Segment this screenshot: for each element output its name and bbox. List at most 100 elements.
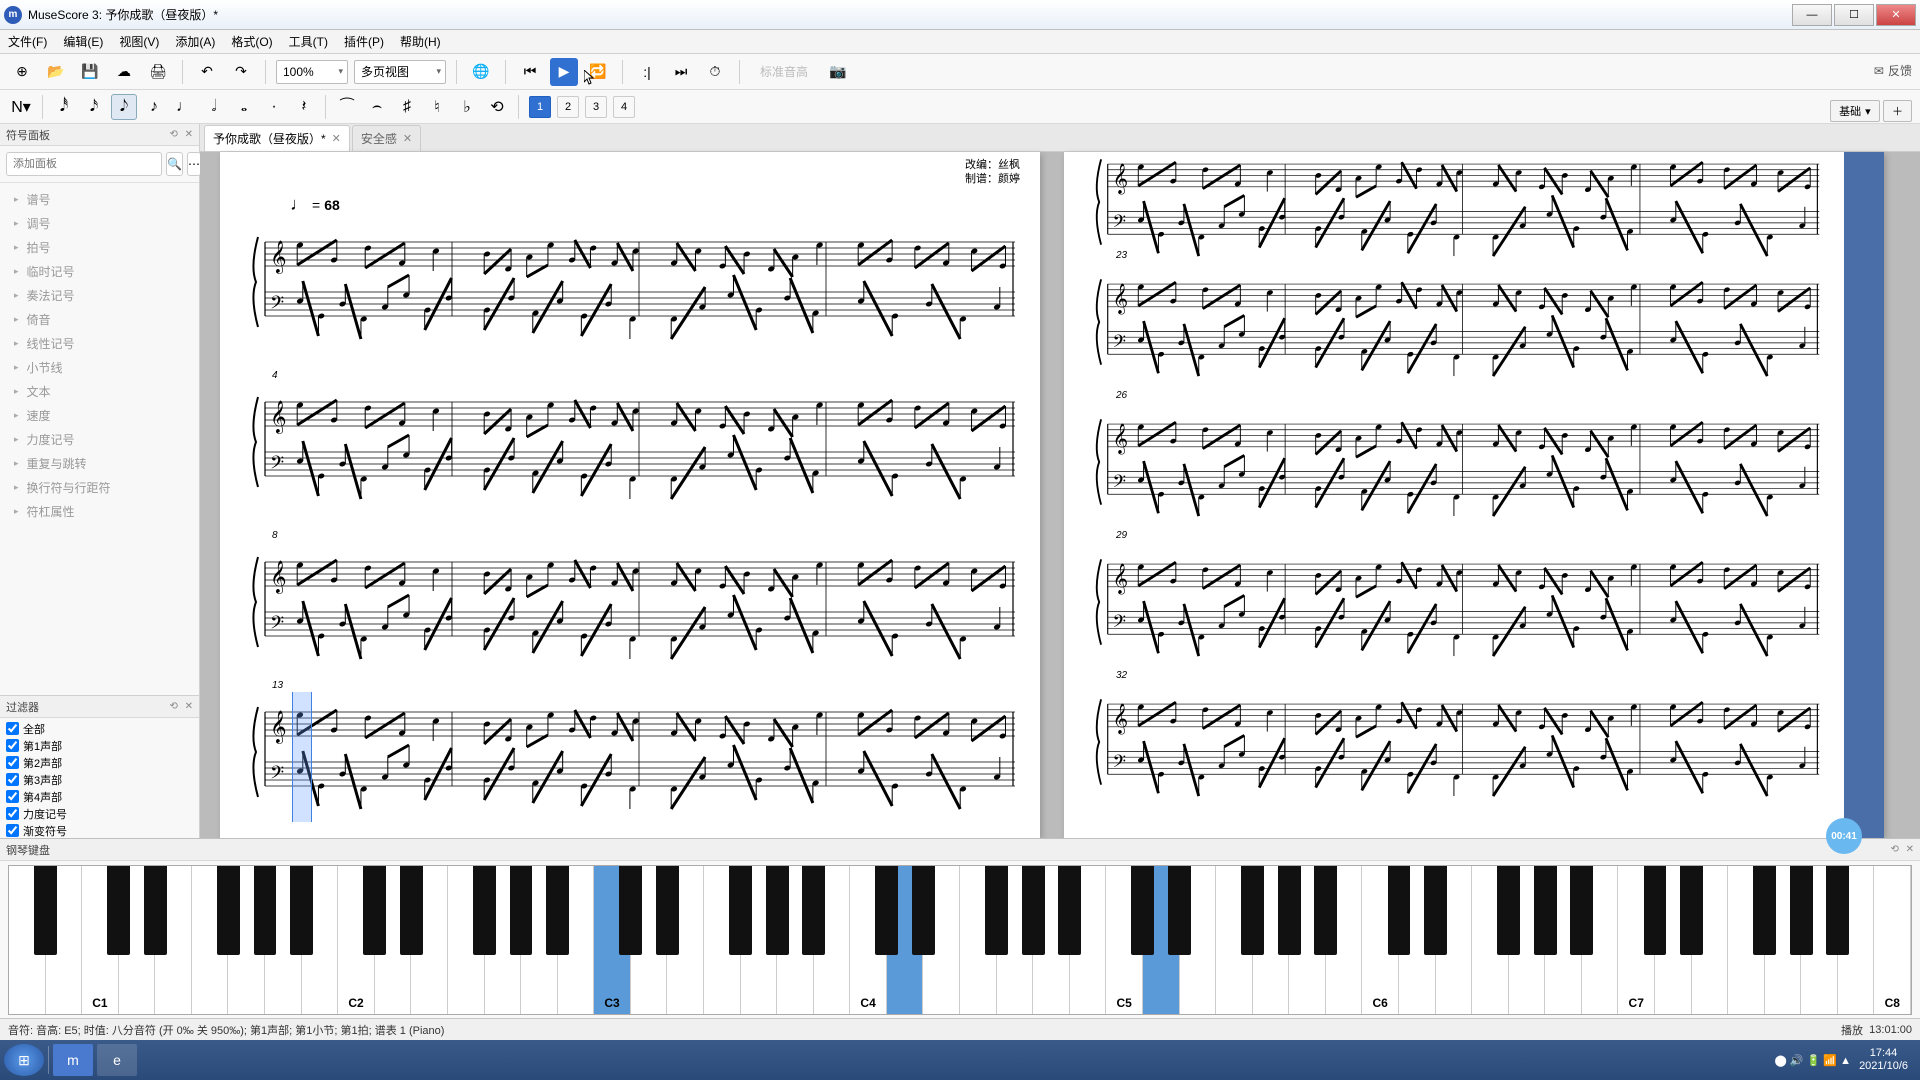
new-icon[interactable]: ⊕ bbox=[8, 58, 36, 86]
filter-item[interactable]: 第4声部 bbox=[6, 788, 193, 805]
score-page-1[interactable]: 改编：丝枫制谱：颜婷 ♩ = 68 𝄞𝄢4𝄞𝄢8𝄞𝄢13𝄞𝄢 bbox=[220, 152, 1040, 838]
note-quarter-icon[interactable]: ♩ bbox=[171, 94, 197, 120]
menu-item[interactable]: 文件(F) bbox=[8, 33, 47, 50]
piano-white-key[interactable] bbox=[119, 866, 156, 1014]
piano-white-key[interactable] bbox=[448, 866, 485, 1014]
piano-white-key[interactable] bbox=[1216, 866, 1253, 1014]
palette-category[interactable]: 力度记号 bbox=[0, 427, 199, 451]
piano-white-key[interactable] bbox=[1582, 866, 1619, 1014]
note-64-icon[interactable]: 𝅘𝅥𝅰 bbox=[51, 94, 77, 120]
maximize-button[interactable]: ☐ bbox=[1834, 4, 1874, 26]
close-button[interactable]: ✕ bbox=[1876, 4, 1916, 26]
taskbar-musescore-icon[interactable]: m bbox=[53, 1044, 93, 1076]
piano-white-key[interactable] bbox=[960, 866, 997, 1014]
piano-white-key[interactable]: C3 bbox=[594, 866, 631, 1014]
palette-category[interactable]: 速度 bbox=[0, 403, 199, 427]
palette-category[interactable]: 谱号 bbox=[0, 187, 199, 211]
concert-pitch-label[interactable]: 标准音高 bbox=[760, 63, 808, 80]
note-input-icon[interactable]: N▾ bbox=[8, 94, 34, 120]
voice-3-button[interactable]: 3 bbox=[585, 96, 607, 118]
piano-white-key[interactable] bbox=[521, 866, 558, 1014]
piano-white-key[interactable] bbox=[1143, 866, 1180, 1014]
piano-white-key[interactable]: C1 bbox=[82, 866, 119, 1014]
open-icon[interactable]: 📂 bbox=[42, 58, 70, 86]
piano-white-key[interactable] bbox=[1765, 866, 1802, 1014]
voice-1-button[interactable]: 1 bbox=[529, 96, 551, 118]
rewind-icon[interactable]: ⏮ bbox=[516, 58, 544, 86]
menu-item[interactable]: 工具(T) bbox=[289, 33, 328, 50]
piano-white-key[interactable] bbox=[1545, 866, 1582, 1014]
menu-item[interactable]: 视图(V) bbox=[119, 33, 159, 50]
taskbar-edge-icon[interactable]: e bbox=[97, 1044, 137, 1076]
piano-white-key[interactable] bbox=[1326, 866, 1363, 1014]
piano-white-key[interactable]: C5 bbox=[1106, 866, 1143, 1014]
palette-category[interactable]: 重复与跳转 bbox=[0, 451, 199, 475]
save-icon[interactable]: 💾 bbox=[76, 58, 104, 86]
filter-item[interactable]: 第1声部 bbox=[6, 737, 193, 754]
piano-white-key[interactable] bbox=[704, 866, 741, 1014]
menu-item[interactable]: 插件(P) bbox=[344, 33, 384, 50]
sharp-icon[interactable]: ♯ bbox=[394, 94, 420, 120]
score-tab[interactable]: 安全感✕ bbox=[352, 125, 421, 151]
piano-white-key[interactable] bbox=[155, 866, 192, 1014]
menu-item[interactable]: 添加(A) bbox=[175, 33, 215, 50]
piano-white-key[interactable]: C2 bbox=[338, 866, 375, 1014]
tab-close-icon[interactable]: ✕ bbox=[332, 132, 341, 145]
cloud-icon[interactable]: ☁ bbox=[110, 58, 138, 86]
piano-white-key[interactable] bbox=[1253, 866, 1290, 1014]
piano-white-key[interactable] bbox=[1801, 866, 1838, 1014]
piano-white-key[interactable] bbox=[265, 866, 302, 1014]
print-icon[interactable]: 🖨 bbox=[144, 58, 172, 86]
tie-icon[interactable]: ⁀ bbox=[334, 94, 360, 120]
piano-white-key[interactable] bbox=[46, 866, 83, 1014]
slur-icon[interactable]: ⌢ bbox=[364, 94, 390, 120]
piano-white-key[interactable] bbox=[302, 866, 339, 1014]
piano-white-key[interactable] bbox=[9, 866, 46, 1014]
play-button[interactable]: ▶ bbox=[550, 58, 578, 86]
note-16-icon[interactable]: 𝅘𝅥𝅮 bbox=[111, 94, 137, 120]
piano-white-key[interactable] bbox=[192, 866, 229, 1014]
redo-icon[interactable]: ↷ bbox=[227, 58, 255, 86]
minimize-button[interactable]: — bbox=[1792, 4, 1832, 26]
tray-clock[interactable]: 17:442021/10/6 bbox=[1859, 1047, 1908, 1073]
piano-white-key[interactable] bbox=[1436, 866, 1473, 1014]
filter-item[interactable]: 渐变符号 bbox=[6, 822, 193, 838]
filter-item[interactable]: 力度记号 bbox=[6, 805, 193, 822]
piano-white-key[interactable] bbox=[814, 866, 851, 1014]
palette-category[interactable]: 拍号 bbox=[0, 235, 199, 259]
piano-white-key[interactable] bbox=[1180, 866, 1217, 1014]
filter-item[interactable]: 第2声部 bbox=[6, 754, 193, 771]
rest-icon[interactable]: 𝄽 bbox=[291, 94, 317, 120]
menu-item[interactable]: 编辑(E) bbox=[63, 33, 103, 50]
piano-white-key[interactable] bbox=[667, 866, 704, 1014]
piano-white-key[interactable] bbox=[485, 866, 522, 1014]
piano-white-key[interactable] bbox=[1033, 866, 1070, 1014]
palette-category[interactable]: 换行符与行距符 bbox=[0, 475, 199, 499]
note-8-icon[interactable]: ♪ bbox=[141, 94, 167, 120]
zoom-combo[interactable]: 100% bbox=[276, 60, 348, 84]
start-button[interactable]: ⊞ bbox=[4, 1044, 44, 1076]
palette-category[interactable]: 倚音 bbox=[0, 307, 199, 331]
piano-white-key[interactable] bbox=[375, 866, 412, 1014]
add-panel-button[interactable]: ＋ bbox=[1883, 100, 1912, 122]
voice-2-button[interactable]: 2 bbox=[557, 96, 579, 118]
menu-item[interactable]: 帮助(H) bbox=[400, 33, 441, 50]
piano-white-key[interactable] bbox=[1289, 866, 1326, 1014]
skip-end-icon[interactable]: ⏭ bbox=[667, 58, 695, 86]
piano-white-key[interactable] bbox=[558, 866, 595, 1014]
camera-icon[interactable]: 📷 bbox=[824, 58, 852, 86]
tab-close-icon[interactable]: ✕ bbox=[403, 132, 412, 145]
piano-white-key[interactable] bbox=[1655, 866, 1692, 1014]
voice-4-button[interactable]: 4 bbox=[613, 96, 635, 118]
piano-white-key[interactable] bbox=[1070, 866, 1107, 1014]
score-tab[interactable]: 予你成歌（昼夜版）*✕ bbox=[204, 125, 350, 151]
flat-icon[interactable]: ♭ bbox=[454, 94, 480, 120]
piano-white-key[interactable] bbox=[997, 866, 1034, 1014]
flip-icon[interactable]: ⟲ bbox=[484, 94, 510, 120]
natural-icon[interactable]: ♮ bbox=[424, 94, 450, 120]
piano-white-key[interactable] bbox=[887, 866, 924, 1014]
palette-search-input[interactable] bbox=[6, 152, 162, 176]
piano-white-key[interactable] bbox=[1472, 866, 1509, 1014]
piano-keyboard[interactable]: C1C2C3C4C5C6C7C8 bbox=[8, 865, 1912, 1015]
piano-white-key[interactable]: C4 bbox=[850, 866, 887, 1014]
